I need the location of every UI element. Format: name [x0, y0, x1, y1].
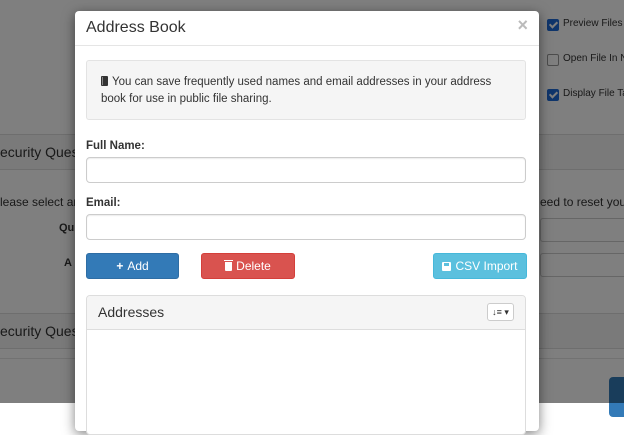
addresses-panel-header: Addresses ↓≡ ▾ — [87, 296, 525, 330]
csv-import-label: CSV Import — [455, 259, 518, 273]
csv-import-button[interactable]: CSV Import — [433, 253, 527, 279]
info-text: You can save frequently used names and e… — [101, 76, 492, 105]
email-label: Email: — [86, 197, 121, 209]
email-input[interactable] — [86, 214, 526, 240]
address-book-modal: Address Book × You can save frequently u… — [75, 11, 539, 435]
modal-header: Address Book × — [75, 11, 539, 46]
full-name-label: Full Name: — [86, 140, 145, 152]
sort-icon: ↓≡ ▾ — [492, 307, 509, 317]
add-button[interactable]: + Add — [86, 253, 179, 279]
plus-icon: + — [116, 259, 124, 273]
add-button-label: Add — [127, 259, 149, 273]
addresses-panel: Addresses ↓≡ ▾ — [86, 295, 526, 435]
sort-dropdown-button[interactable]: ↓≡ ▾ — [487, 303, 514, 321]
delete-button-label: Delete — [236, 259, 271, 273]
delete-button[interactable]: Delete — [201, 253, 295, 279]
trash-icon — [224, 260, 234, 271]
close-icon[interactable]: × — [517, 16, 528, 34]
addresses-title: Addresses — [98, 304, 165, 320]
save-icon — [442, 262, 452, 271]
info-well: You can save frequently used names and e… — [86, 60, 526, 120]
book-icon — [101, 76, 108, 86]
modal-title: Address Book — [86, 19, 186, 36]
full-name-input[interactable] — [86, 157, 526, 183]
